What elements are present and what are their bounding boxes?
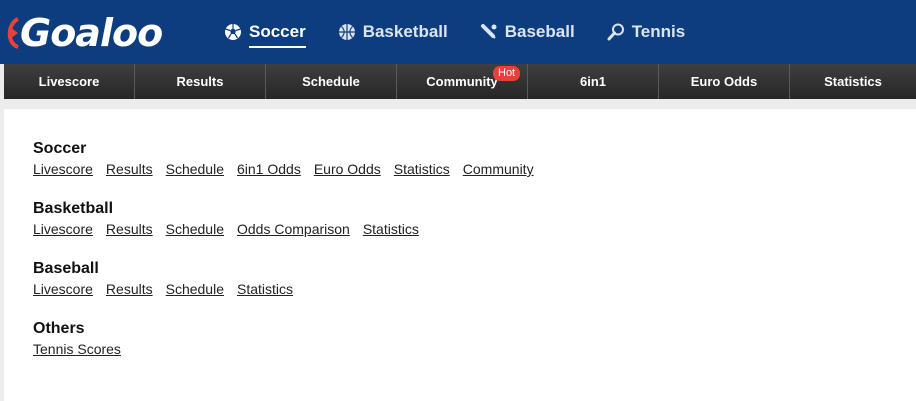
link-results[interactable]: Results (106, 280, 153, 298)
logo-text: Goaloo (20, 11, 163, 55)
tennis-racket-icon (607, 23, 625, 41)
section-title: Others (33, 320, 85, 337)
subnav-euro-odds[interactable]: Euro Odds (659, 64, 790, 99)
link-results[interactable]: Results (106, 160, 153, 178)
link-tennis-scores[interactable]: Tennis Scores (33, 340, 121, 358)
link-livescore[interactable]: Livescore (33, 160, 93, 178)
goaloo-logo[interactable]: Goaloo (4, 11, 163, 55)
sitemap-panel: Soccer Livescore Results Schedule 6in1 O… (4, 109, 916, 401)
logo-play-icon (4, 13, 22, 53)
section-links: Tennis Scores (33, 340, 134, 358)
sport-tab-label: Soccer (249, 22, 306, 48)
subnav-label: Results (176, 74, 224, 89)
link-livescore[interactable]: Livescore (33, 220, 93, 238)
link-odds-comparison[interactable]: Odds Comparison (237, 220, 350, 238)
subnav-6in1[interactable]: 6in1 (528, 64, 659, 99)
subnav-label: Statistics (824, 74, 882, 89)
link-community[interactable]: Community (463, 160, 534, 178)
subnav-label: Euro Odds (690, 74, 758, 89)
link-statistics[interactable]: Statistics (394, 160, 450, 178)
subnav-schedule[interactable]: Schedule (266, 64, 397, 99)
section-title: Soccer (33, 140, 87, 157)
subnav-label: Schedule (302, 74, 360, 89)
link-results[interactable]: Results (106, 220, 153, 238)
section-baseball: Baseball Livescore Results Schedule Stat… (33, 259, 306, 298)
sports-nav: Soccer Basketball Baseball Tennis (224, 0, 717, 64)
sport-tab-tennis[interactable]: Tennis (607, 0, 686, 64)
section-title: Baseball (33, 260, 99, 277)
link-livescore[interactable]: Livescore (33, 280, 93, 298)
subnav-results[interactable]: Results (135, 64, 266, 99)
subnav-label: Livescore (38, 74, 100, 89)
sport-tab-label: Basketball (362, 22, 448, 41)
subnav-community[interactable]: Community Hot (397, 64, 528, 99)
section-soccer: Soccer Livescore Results Schedule 6in1 O… (33, 139, 547, 178)
section-links: Livescore Results Schedule 6in1 Odds Eur… (33, 160, 547, 178)
soccer-ball-icon (224, 23, 242, 41)
link-6in1-odds[interactable]: 6in1 Odds (237, 160, 301, 178)
section-links: Livescore Results Schedule Statistics (33, 280, 306, 298)
link-schedule[interactable]: Schedule (166, 280, 224, 298)
subnav-statistics[interactable]: Statistics (790, 64, 916, 99)
link-schedule[interactable]: Schedule (166, 160, 224, 178)
basketball-icon (338, 23, 356, 41)
link-statistics[interactable]: Statistics (363, 220, 419, 238)
link-schedule[interactable]: Schedule (166, 220, 224, 238)
subnav-label: Community (426, 74, 498, 89)
subnav-livescore[interactable]: Livescore (4, 64, 135, 99)
sport-tab-baseball[interactable]: Baseball (480, 0, 575, 64)
baseball-bat-icon (480, 23, 498, 41)
link-statistics[interactable]: Statistics (237, 280, 293, 298)
section-others: Others Tennis Scores (33, 319, 134, 358)
sport-tab-soccer[interactable]: Soccer (224, 0, 306, 64)
top-header: Goaloo Soccer Basketball Baseball Tennis (0, 0, 916, 64)
sport-tab-label: Baseball (504, 22, 575, 41)
hot-badge: Hot (493, 66, 521, 81)
subnav-label: 6in1 (579, 74, 606, 89)
link-euro-odds[interactable]: Euro Odds (314, 160, 381, 178)
sport-tab-basketball[interactable]: Basketball (338, 0, 448, 64)
section-links: Livescore Results Schedule Odds Comparis… (33, 220, 432, 238)
sport-tab-label: Tennis (631, 22, 686, 41)
section-basketball: Basketball Livescore Results Schedule Od… (33, 199, 432, 238)
section-title: Basketball (33, 200, 114, 217)
sub-navigation: Livescore Results Schedule Community Hot… (4, 64, 916, 99)
